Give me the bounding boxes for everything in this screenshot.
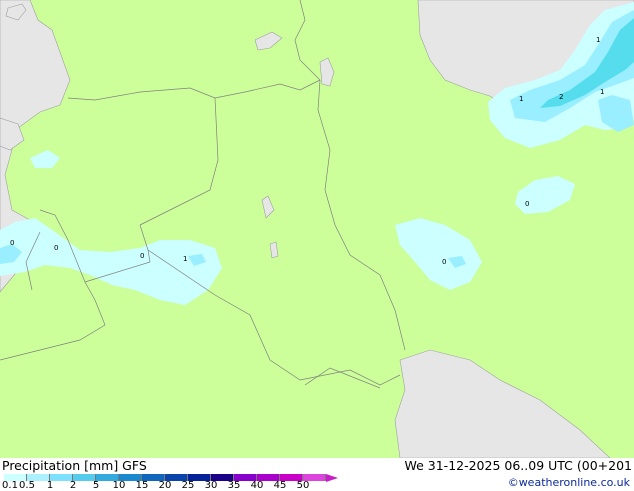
scale-tick-label: 25 [181, 480, 195, 491]
weather-map-page: 1 1 2 1 0 0 0 0 0 1 Precipitation [mm] G… [0, 0, 634, 491]
scale-tick-label: 1 [46, 480, 54, 491]
scale-tick-label: 2 [69, 480, 77, 491]
scale-tick-label: 45 [273, 480, 287, 491]
color-scale: 0.1 0.5 1 2 5 10 15 20 25 30 35 40 45 50 [0, 472, 340, 491]
label-0-west-b: 0 [54, 244, 58, 252]
scale-tick-label: 0.5 [19, 480, 35, 491]
color-scale-ticks: 0.1 0.5 1 2 5 10 15 20 25 30 35 40 45 50 [0, 480, 340, 491]
scale-tick-label: 10 [112, 480, 126, 491]
label-0-west-a: 0 [10, 239, 14, 247]
label-0-center: 0 [442, 258, 446, 266]
label-1-ne-top: 1 [596, 36, 600, 44]
credit-link[interactable]: ©weatheronline.co.uk [508, 476, 630, 489]
precipitation-map: 1 1 2 1 0 0 0 0 0 1 [0, 0, 634, 458]
scale-tick-label: 40 [250, 480, 264, 491]
scale-tick-label: 15 [135, 480, 149, 491]
forecast-datetime: We 31-12-2025 06..09 UTC (00+201 [404, 458, 632, 473]
scale-tick-label: 0.1 [2, 480, 18, 491]
legend-title: Precipitation [mm] GFS [2, 458, 147, 473]
scale-tick-label: 35 [227, 480, 241, 491]
label-1-ne-left: 1 [519, 95, 523, 103]
label-0-west-c: 0 [140, 252, 144, 260]
scale-tick-label: 30 [204, 480, 218, 491]
scale-tick-label: 50 [296, 480, 310, 491]
legend-footer: Precipitation [mm] GFS We 31-12-2025 06.… [0, 458, 634, 491]
label-1-west: 1 [183, 255, 187, 263]
label-2-ne: 2 [559, 93, 563, 101]
label-0-east: 0 [525, 200, 529, 208]
label-1-ne-right: 1 [600, 88, 604, 96]
scale-tick-label: 20 [158, 480, 172, 491]
scale-tick-label: 5 [92, 480, 100, 491]
